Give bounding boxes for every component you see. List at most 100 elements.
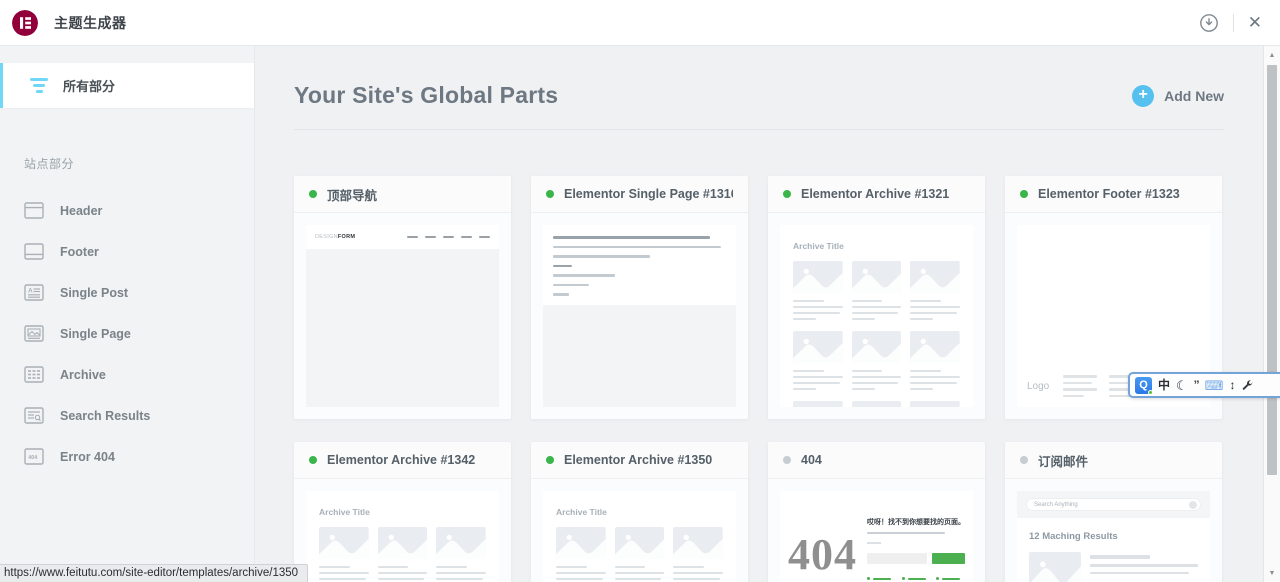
sidebar-item-header[interactable]: Header [0,190,254,231]
status-dot-published [309,190,317,198]
quotes-icon[interactable]: ” [1194,379,1199,391]
sidebar-item-label: Archive [60,368,106,382]
status-dot-published [546,456,554,464]
add-new-label: Add New [1164,88,1224,104]
card-header: 顶部导航 [294,176,511,213]
top-bar: 主题生成器 ✕ [0,0,1280,46]
chinese-translate-icon[interactable]: 中 [1158,379,1170,391]
image-placeholder-icon [852,261,902,293]
template-title: Elementor Archive #1350 [564,453,712,467]
footer-icon [24,243,44,260]
image-placeholder-icon [910,331,960,363]
preview-404-number: 404 [788,533,857,582]
error-404-icon: 404 [24,448,44,465]
sidebar-section-label: 站点部分 [24,155,254,172]
sidebar-item-label: Footer [60,245,99,259]
preview-content-placeholder [306,249,499,407]
template-card[interactable]: 404 404 哎呀！找不到你想要找的页面。 [768,442,985,582]
svg-text:A: A [28,288,33,295]
template-preview: Search Anything 12 Maching Results [1005,479,1222,582]
single-post-icon: A [24,284,44,301]
preview-archive-grid [319,527,486,582]
template-title: Elementor Footer #1323 [1038,187,1180,201]
card-header: 404 [768,442,985,479]
preview-footer-logo: Logo [1027,381,1049,392]
preview-nav-bar: DESIGNFORM [306,225,499,249]
card-header: Elementor Archive #1342 [294,442,511,479]
preview-search-strip: Search Anything [1017,491,1210,518]
sidebar-item-label: Error 404 [60,450,115,464]
template-card[interactable]: Elementor Archive #1350 Archive Title [531,442,748,582]
image-placeholder-icon [910,261,960,293]
preview-search-button [932,553,965,564]
search-results-icon [24,407,44,424]
preview-archive-grid [793,261,960,407]
preview-menu-items [407,236,490,239]
preview-logo-bold: FORM [338,234,355,240]
header-icon [24,202,44,219]
scroll-down-icon[interactable]: ▼ [1264,566,1280,580]
preview-search-bar [867,553,965,564]
sidebar-item-error-404[interactable]: 404 Error 404 [0,436,254,477]
topbar-divider [1233,14,1234,32]
template-card[interactable]: Elementor Archive #1342 Archive Title [294,442,511,582]
template-card[interactable]: Elementor Single Page #1316 [531,176,748,419]
keyboard-icon[interactable]: ⌨ [1205,379,1224,392]
filter-icon [30,78,48,93]
page-title: Your Site's Global Parts [294,82,558,109]
extension-toolbar: Q 中 ☾ ” ⌨ ↕ [1128,372,1280,398]
single-page-icon [24,325,44,342]
scroll-up-icon[interactable]: ▲ [1264,48,1280,62]
status-dot-published [309,456,317,464]
preview-archive-title: Archive Title [319,507,486,517]
card-header: Elementor Archive #1321 [768,176,985,213]
sidebar-item-archive[interactable]: Archive [0,354,254,395]
sidebar-item-footer[interactable]: Footer [0,231,254,272]
image-placeholder-icon [852,331,902,363]
scrollbar-thumb[interactable] [1267,65,1277,475]
preview-result-item [1029,552,1198,582]
sidebar-item-single-post[interactable]: A Single Post [0,272,254,313]
template-card[interactable]: 顶部导航 DESIGNFORM [294,176,511,419]
sidebar-item-all-parts[interactable]: 所有部分 [0,63,254,108]
template-preview: 404 哎呀！找不到你想要找的页面。 [768,479,985,582]
close-icon[interactable]: ✕ [1248,14,1262,31]
preview-404-headline: 哎呀！找不到你想要找的页面。 [867,517,965,527]
sidebar-item-single-page[interactable]: Single Page [0,313,254,354]
search-circle-icon [1189,501,1197,509]
image-placeholder-icon [793,401,843,407]
template-preview: Archive Title [531,479,748,582]
preview-text-lines [543,225,736,305]
template-card[interactable]: Elementor Archive #1321 Archive Title [768,176,985,419]
dark-mode-icon[interactable]: ☾ [1176,379,1188,392]
template-preview: DESIGNFORM [294,213,511,419]
sidebar-item-label: Single Post [60,286,128,300]
heading-divider [294,129,1224,130]
image-placeholder-icon [615,527,665,559]
image-placeholder-icon [436,527,486,559]
template-title: 顶部导航 [327,185,377,204]
image-placeholder-icon [673,527,723,559]
status-dot-published [546,190,554,198]
add-new-button[interactable]: + Add New [1132,85,1224,107]
template-preview: Archive Title [768,213,985,419]
card-header: 订阅邮件 [1005,442,1222,479]
move-icon[interactable]: ↕ [1229,379,1235,391]
wrench-icon[interactable] [1241,379,1253,391]
vertical-scrollbar[interactable]: ▲ ▼ [1263,46,1280,582]
card-header: Elementor Archive #1350 [531,442,748,479]
status-dot-draft [1020,456,1028,464]
sidebar-item-label: Header [60,204,102,218]
status-dot-published [783,190,791,198]
templates-grid: 顶部导航 DESIGNFORM Elementor Single Page #1… [294,176,1224,582]
image-placeholder-icon [556,527,606,559]
template-card[interactable]: 订阅邮件 Search Anything 12 Maching Results [1005,442,1222,582]
preview-logo-light: DESIGN [315,234,338,240]
template-title: Elementor Archive #1321 [801,187,949,201]
sidebar-item-label: Single Page [60,327,131,341]
sidebar-item-search-results[interactable]: Search Results [0,395,254,436]
search-q-icon[interactable]: Q [1135,377,1152,394]
preview-archive-title: Archive Title [793,241,960,251]
info-icon[interactable] [1199,13,1219,33]
main-content: Your Site's Global Parts + Add New 顶部导航 … [255,46,1280,582]
